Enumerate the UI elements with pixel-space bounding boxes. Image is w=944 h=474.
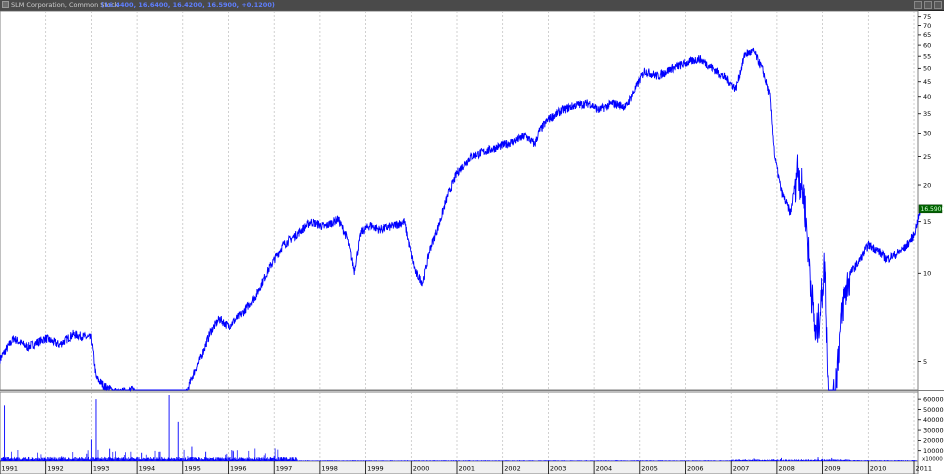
- date-label: 2002: [504, 465, 521, 473]
- price-tick-label: 55: [923, 52, 931, 60]
- price-tick-label: 10: [923, 270, 931, 278]
- volume-pane: [0, 391, 919, 462]
- volume-tick-label: 50000: [923, 406, 944, 414]
- volume-tick-label: 60000: [923, 395, 944, 403]
- volume-tick-label: 10000: [923, 447, 944, 455]
- price-tick-label: 65: [923, 31, 931, 39]
- date-label: 2010: [870, 465, 887, 473]
- volume-tick-label: 30000: [923, 426, 944, 434]
- volume-tick-label: 20000: [923, 437, 944, 445]
- date-label: 2008: [778, 465, 795, 473]
- volume-tick-label: 40000: [923, 416, 944, 424]
- price-tick-label: 35: [923, 110, 931, 118]
- date-label: 1993: [93, 465, 110, 473]
- date-label: 2005: [641, 465, 658, 473]
- date-label: 1995: [184, 465, 201, 473]
- price-tick-label: 25: [923, 153, 931, 161]
- date-label: 1994: [139, 465, 156, 473]
- price-tick-label: 20: [923, 181, 931, 189]
- price-pane: [0, 10, 919, 391]
- date-label: 2001: [459, 465, 476, 473]
- price-tick-label: 70: [923, 22, 931, 30]
- date-label: 2000: [413, 465, 430, 473]
- price-tick-label: 15: [923, 218, 931, 226]
- price-tick-label: 75: [923, 13, 931, 21]
- date-label: 2003: [550, 465, 567, 473]
- date-label: 1998: [321, 465, 338, 473]
- date-label: 2009: [824, 465, 841, 473]
- date-label: 1999: [367, 465, 384, 473]
- date-label: 2004: [596, 465, 613, 473]
- date-label: 2007: [733, 465, 750, 473]
- price-tick-label: 5: [923, 358, 927, 366]
- date-label: 1992: [47, 465, 64, 473]
- date-label: 1991: [2, 465, 19, 473]
- date-label: 1997: [276, 465, 293, 473]
- price-tick-label: 30: [923, 130, 931, 138]
- price-tick-label: 45: [923, 78, 931, 86]
- price-tick-label: 40: [923, 93, 931, 101]
- date-label: 2011: [916, 465, 933, 473]
- volume-multiplier-label: x10000: [922, 457, 943, 463]
- date-label: 1996: [230, 465, 247, 473]
- stock-chart[interactable]: 1991 1992 1993 1994 1995 1996 1997 1998 1999 2000…: [0, 0, 944, 474]
- last-price-label: 16.5900: [921, 206, 944, 213]
- price-tick-label: 50: [923, 65, 931, 73]
- price-tick-label: 60: [923, 41, 931, 49]
- date-label: 2006: [687, 465, 704, 473]
